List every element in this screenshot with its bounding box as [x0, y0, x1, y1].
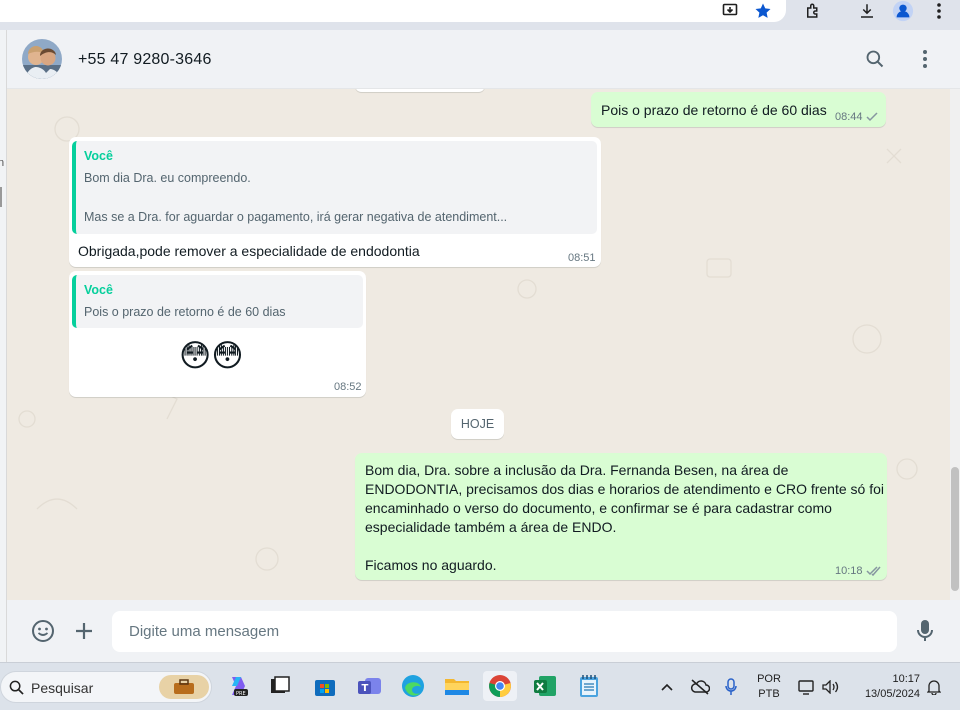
- edge-icon[interactable]: [398, 671, 428, 701]
- extensions-icon[interactable]: [802, 0, 824, 22]
- onedrive-offline-icon[interactable]: [688, 663, 712, 710]
- message-time: 08:44: [835, 111, 863, 123]
- message-text: Obrigada,pode remover a especialidade de…: [78, 243, 420, 259]
- message-bubble-outgoing[interactable]: Pois o prazo de retorno é de 60 dias 08:…: [591, 92, 886, 127]
- system-clock[interactable]: 10:17 13/05/2024: [852, 663, 920, 710]
- teams-icon[interactable]: T: [355, 671, 385, 701]
- keyboard-layout: PTB: [758, 688, 780, 700]
- bookmark-star-icon[interactable]: [752, 0, 774, 22]
- copilot-icon[interactable]: PRE: [223, 671, 253, 701]
- date-divider: HOJE: [451, 409, 504, 439]
- quote-text: Bom dia Dra. eu compreendo.: [84, 171, 251, 185]
- browser-toolbar: [0, 0, 960, 30]
- quote-text: Pois o prazo de retorno é de 60 dias: [84, 305, 286, 319]
- file-explorer-icon[interactable]: [442, 671, 472, 701]
- search-icon[interactable]: [860, 44, 890, 74]
- microsoft-store-icon[interactable]: [310, 671, 340, 701]
- volume-icon[interactable]: [820, 663, 842, 710]
- message-list[interactable]: Pois o prazo de retorno é de 60 dias 08:…: [7, 89, 950, 600]
- quoted-message[interactable]: Você Bom dia Dra. eu compreendo. Mas se …: [72, 141, 597, 234]
- emoji-icon[interactable]: [28, 616, 58, 646]
- delivered-double-check-icon: [866, 566, 881, 576]
- notification-bell-icon[interactable]: [924, 663, 944, 710]
- taskbar-search[interactable]: Pesquisar: [0, 671, 212, 703]
- message-time: 10:18: [835, 565, 863, 577]
- language-code: POR: [757, 673, 781, 685]
- svg-text:PRE: PRE: [236, 691, 246, 697]
- quote-author: Você: [84, 149, 113, 163]
- chat-header: +55 47 9280-3646: [7, 30, 960, 89]
- message-input[interactable]: Digite uma mensagem: [112, 611, 897, 652]
- message-meta: 10:18: [835, 565, 882, 577]
- sent-check-icon: [866, 112, 878, 122]
- quote-text: Mas se a Dra. for aguardar o pagamento, …: [84, 210, 508, 224]
- microphone-icon[interactable]: [910, 616, 940, 646]
- clock-time: 10:17: [892, 673, 920, 685]
- quoted-message[interactable]: Você Pois o prazo de retorno é de 60 dia…: [72, 275, 363, 328]
- message-time: 08:52: [334, 381, 362, 393]
- attach-plus-icon[interactable]: [69, 616, 99, 646]
- install-app-icon[interactable]: [720, 0, 742, 22]
- avatar[interactable]: [22, 39, 62, 79]
- notepad-icon[interactable]: [574, 671, 604, 701]
- download-icon[interactable]: [856, 0, 878, 22]
- browser-menu-icon[interactable]: [930, 0, 948, 22]
- message-input-placeholder: Digite uma mensagem: [129, 623, 280, 640]
- task-view-icon[interactable]: [265, 671, 295, 701]
- svg-text:T: T: [362, 683, 369, 694]
- show-hidden-icons-chevron-icon[interactable]: [656, 663, 678, 710]
- search-icon: [9, 680, 24, 695]
- message-meta: 08:44: [835, 111, 878, 123]
- edge-mark: [0, 187, 2, 207]
- background-window-edge: n: [0, 30, 7, 662]
- message-text: Pois o prazo de retorno é de 60 dias: [601, 102, 827, 118]
- message-bubble-outgoing[interactable]: Bom dia, Dra. sobre a inclusão da Dra. F…: [355, 453, 887, 580]
- message-time: 08:51: [568, 252, 596, 264]
- message-text: Bom dia, Dra. sobre a inclusão da Dra. F…: [365, 462, 884, 573]
- message-bubble[interactable]: [355, 89, 485, 92]
- edge-glyph: n: [0, 157, 5, 169]
- emoji-text: 😳😳: [179, 338, 244, 373]
- clock-date: 13/05/2024: [864, 688, 920, 700]
- microphone-icon[interactable]: [720, 663, 742, 710]
- message-bubble-incoming[interactable]: Você Bom dia Dra. eu compreendo. Mas se …: [69, 137, 601, 267]
- network-icon[interactable]: [796, 663, 818, 710]
- input-language[interactable]: POR PTB: [752, 663, 786, 710]
- menu-icon[interactable]: [910, 44, 940, 74]
- message-bubble-incoming[interactable]: Você Pois o prazo de retorno é de 60 dia…: [69, 271, 366, 397]
- excel-icon[interactable]: [530, 671, 560, 701]
- search-highlight-icon: [159, 675, 209, 699]
- contact-name[interactable]: +55 47 9280-3646: [78, 51, 212, 69]
- taskbar-search-label: Pesquisar: [31, 680, 94, 696]
- quote-author: Você: [84, 283, 113, 297]
- address-bar[interactable]: [0, 0, 786, 22]
- chat-scrollbar-thumb[interactable]: [951, 467, 959, 591]
- profile-icon[interactable]: [891, 0, 915, 22]
- chrome-icon[interactable]: [483, 671, 517, 701]
- screen: n +55 47 9280-3646 Pois o prazo de retor…: [0, 0, 960, 710]
- taskbar: Pesquisar PRE T POR PTB 10:17 13/05/2024: [0, 662, 960, 710]
- composer: Digite uma mensagem: [7, 600, 960, 662]
